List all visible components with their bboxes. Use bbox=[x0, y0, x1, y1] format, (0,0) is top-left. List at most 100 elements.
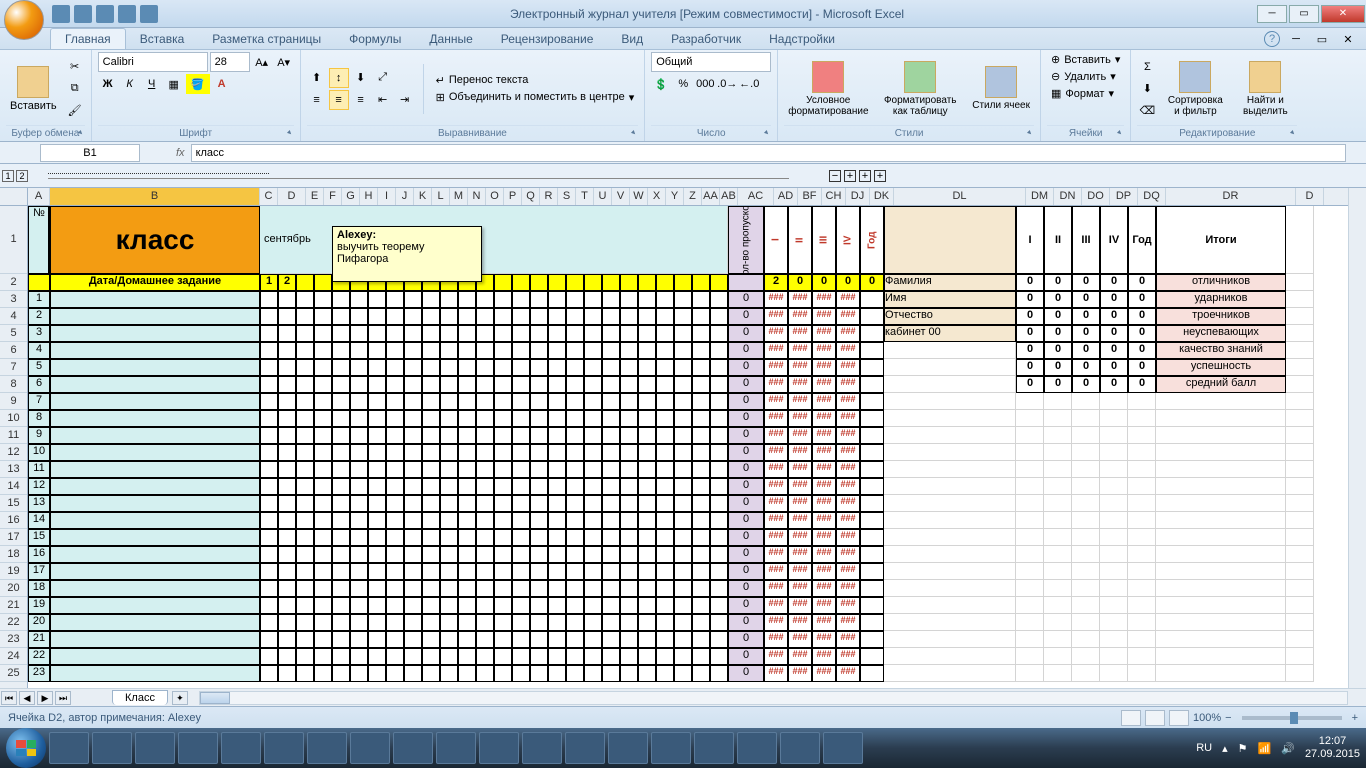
formula-input[interactable]: класс bbox=[191, 144, 1346, 162]
tray-flag-icon[interactable]: ▴ bbox=[1222, 742, 1228, 755]
col-header-DQ[interactable]: DQ bbox=[1138, 188, 1166, 205]
fx-icon[interactable]: fx bbox=[176, 147, 185, 159]
new-sheet-icon[interactable]: ✦ bbox=[172, 691, 188, 705]
fill-icon[interactable]: ⬇ bbox=[1137, 79, 1157, 99]
taskbar-excel-icon[interactable] bbox=[823, 732, 863, 764]
row-header-19[interactable]: 19 bbox=[0, 563, 27, 580]
col-header-DO[interactable]: DO bbox=[1082, 188, 1110, 205]
align-left-icon[interactable]: ≡ bbox=[307, 90, 327, 110]
tray-volume-icon[interactable]: 🔊 bbox=[1281, 742, 1295, 755]
col-header-O[interactable]: O bbox=[486, 188, 504, 205]
taskbar-app1-icon[interactable] bbox=[393, 732, 433, 764]
row-header-4[interactable]: 4 bbox=[0, 308, 27, 325]
col-header-AC[interactable]: AC bbox=[738, 188, 774, 205]
close-button[interactable]: ✕ bbox=[1321, 5, 1365, 23]
outline-collapse[interactable]: − bbox=[829, 170, 841, 182]
taskbar-save-icon[interactable] bbox=[694, 732, 734, 764]
qat-redo-icon[interactable] bbox=[96, 5, 114, 23]
tray-network-icon[interactable]: 📶 bbox=[1258, 742, 1272, 755]
taskbar-yandex-icon[interactable] bbox=[307, 732, 347, 764]
select-all-corner[interactable] bbox=[0, 188, 28, 206]
comma-icon[interactable]: 000 bbox=[695, 74, 715, 94]
col-header-DP[interactable]: DP bbox=[1110, 188, 1138, 205]
row-header-18[interactable]: 18 bbox=[0, 546, 27, 563]
col-header-BF[interactable]: BF bbox=[798, 188, 822, 205]
tray-action-icon[interactable]: ⚑ bbox=[1238, 742, 1248, 755]
col-header-J[interactable]: J bbox=[396, 188, 414, 205]
orientation-icon[interactable]: ⤢ bbox=[373, 68, 393, 88]
outline-expand-3[interactable]: + bbox=[874, 170, 886, 182]
row-header-23[interactable]: 23 bbox=[0, 631, 27, 648]
qat-undo-icon[interactable] bbox=[74, 5, 92, 23]
font-color-button[interactable]: A bbox=[212, 74, 232, 94]
row-header-20[interactable]: 20 bbox=[0, 580, 27, 597]
taskbar-app3-icon[interactable] bbox=[522, 732, 562, 764]
tab-nav-next[interactable]: ▶ bbox=[37, 691, 53, 705]
col-header-D[interactable]: D bbox=[1296, 188, 1324, 205]
col-header-AB[interactable]: AB bbox=[720, 188, 738, 205]
row-header-17[interactable]: 17 bbox=[0, 529, 27, 546]
delete-cells-button[interactable]: ⊖ Удалить ▾ bbox=[1047, 69, 1120, 84]
zoom-thumb[interactable] bbox=[1290, 712, 1298, 724]
taskbar-word-icon[interactable] bbox=[780, 732, 820, 764]
col-header-V[interactable]: V bbox=[612, 188, 630, 205]
outline-expand-2[interactable]: + bbox=[859, 170, 871, 182]
row-header-24[interactable]: 24 bbox=[0, 648, 27, 665]
conditional-format-button[interactable]: Условное форматирование bbox=[784, 59, 872, 119]
tab-nav-first[interactable]: ⏮ bbox=[1, 691, 17, 705]
taskbar-app5-icon[interactable] bbox=[608, 732, 648, 764]
office-button[interactable] bbox=[4, 0, 44, 40]
col-header-W[interactable]: W bbox=[630, 188, 648, 205]
taskbar-explorer-icon[interactable] bbox=[49, 732, 89, 764]
taskbar-app7-icon[interactable] bbox=[737, 732, 777, 764]
sort-filter-button[interactable]: Сортировка и фильтр bbox=[1161, 59, 1229, 119]
name-box[interactable]: B1 bbox=[40, 144, 140, 162]
tab-nav-last[interactable]: ⏭ bbox=[55, 691, 71, 705]
col-header-L[interactable]: L bbox=[432, 188, 450, 205]
border-button[interactable]: ▦ bbox=[164, 74, 184, 94]
bold-button[interactable]: Ж bbox=[98, 74, 118, 94]
taskbar-app6-icon[interactable] bbox=[651, 732, 691, 764]
col-header-Q[interactable]: Q bbox=[522, 188, 540, 205]
insert-cells-button[interactable]: ⊕ Вставить ▾ bbox=[1047, 52, 1124, 67]
cut-icon[interactable]: ✂ bbox=[65, 57, 85, 77]
shrink-font-icon[interactable]: A▾ bbox=[274, 52, 294, 72]
col-header-S[interactable]: S bbox=[558, 188, 576, 205]
copy-icon[interactable]: ⧉ bbox=[65, 79, 85, 99]
taskbar-mediaplayer-icon[interactable] bbox=[92, 732, 132, 764]
inc-decimal-icon[interactable]: .0→ bbox=[717, 74, 737, 94]
col-header-DN[interactable]: DN bbox=[1054, 188, 1082, 205]
grid[interactable]: Alexey: выучить теорему Пифагора №классс… bbox=[28, 206, 1348, 688]
col-header-G[interactable]: G bbox=[342, 188, 360, 205]
zoom-out-icon[interactable]: − bbox=[1225, 712, 1231, 724]
row-header-9[interactable]: 9 bbox=[0, 393, 27, 410]
col-header-R[interactable]: R bbox=[540, 188, 558, 205]
outline-level-1[interactable]: 1 bbox=[2, 170, 14, 182]
qat-save-icon[interactable] bbox=[52, 5, 70, 23]
row-header-12[interactable]: 12 bbox=[0, 444, 27, 461]
fill-color-button[interactable]: 🪣 bbox=[186, 74, 210, 94]
hscroll-thumb[interactable] bbox=[200, 692, 230, 704]
qat-print-icon[interactable] bbox=[118, 5, 136, 23]
col-header-X[interactable]: X bbox=[648, 188, 666, 205]
minimize-button[interactable]: ─ bbox=[1257, 5, 1287, 23]
row-header-2[interactable]: 2 bbox=[0, 274, 27, 291]
sheet-tab[interactable]: Класс bbox=[112, 690, 168, 705]
row-header-11[interactable]: 11 bbox=[0, 427, 27, 444]
taskbar-firefox-icon[interactable] bbox=[350, 732, 390, 764]
underline-button[interactable]: Ч bbox=[142, 74, 162, 94]
horizontal-scrollbar[interactable] bbox=[199, 691, 1348, 705]
cell-styles-button[interactable]: Стили ячеек bbox=[968, 64, 1034, 113]
align-middle-icon[interactable]: ↕ bbox=[329, 68, 349, 88]
row-header-22[interactable]: 22 bbox=[0, 614, 27, 631]
outline-expand-1[interactable]: + bbox=[844, 170, 856, 182]
row-header-10[interactable]: 10 bbox=[0, 410, 27, 427]
doc-restore-icon[interactable]: ▭ bbox=[1312, 29, 1332, 49]
align-center-icon[interactable]: ≡ bbox=[329, 90, 349, 110]
col-header-D[interactable]: D bbox=[278, 188, 306, 205]
tray-clock[interactable]: 12:07 27.09.2015 bbox=[1305, 735, 1360, 761]
tab-formulas[interactable]: Формулы bbox=[335, 29, 415, 49]
tab-data[interactable]: Данные bbox=[415, 29, 486, 49]
taskbar-aimp-icon[interactable] bbox=[135, 732, 175, 764]
col-header-AD[interactable]: AD bbox=[774, 188, 798, 205]
